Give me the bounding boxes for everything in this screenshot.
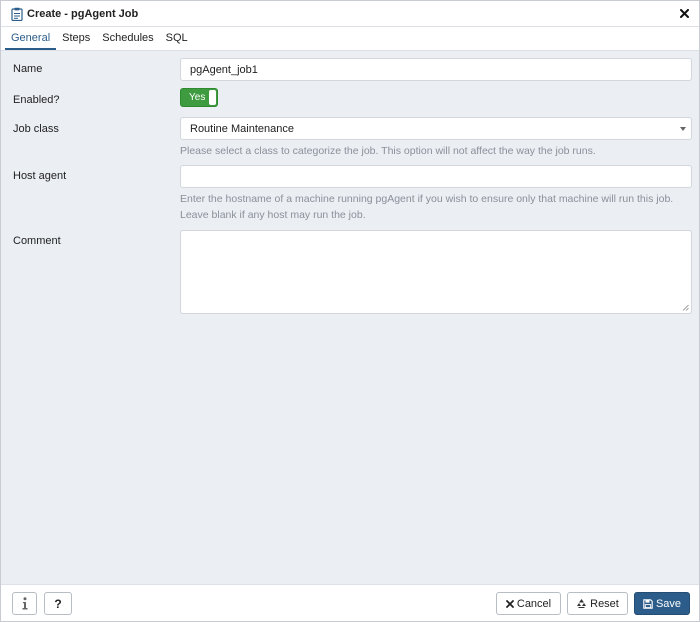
enabled-toggle-text: Yes: [189, 92, 206, 103]
help-button[interactable]: ?: [44, 592, 72, 615]
comment-label: Comment: [13, 235, 61, 247]
enabled-label: Enabled?: [13, 94, 60, 106]
close-icon: [679, 8, 689, 18]
toggle-knob: [209, 90, 216, 105]
job-class-select[interactable]: Routine Maintenance: [180, 117, 692, 140]
host-agent-help-line2: Leave blank if any host may run the job.: [180, 209, 366, 221]
chevron-down-icon: [680, 127, 686, 131]
comment-textarea[interactable]: [180, 230, 692, 314]
host-agent-help-line1: Enter the hostname of a machine running …: [180, 193, 674, 205]
clipboard-icon: [11, 7, 23, 21]
job-class-selected-value: Routine Maintenance: [190, 122, 294, 135]
close-button[interactable]: [677, 6, 691, 20]
close-icon: [505, 599, 514, 608]
host-agent-input[interactable]: [180, 165, 692, 188]
cancel-button[interactable]: Cancel: [496, 592, 561, 615]
tab-steps[interactable]: Steps: [56, 27, 96, 50]
name-input-value: pgAgent_job1: [190, 63, 258, 76]
create-pgagent-job-dialog: Create - pgAgent Job General Steps Sched…: [0, 0, 700, 622]
cancel-button-label: Cancel: [516, 597, 552, 610]
name-label: Name: [13, 63, 43, 75]
info-button[interactable]: [12, 592, 37, 615]
tab-bar: General Steps Schedules SQL: [1, 27, 699, 51]
save-button-label: Save: [655, 597, 682, 610]
job-class-label: Job class: [13, 123, 59, 135]
info-icon: [22, 597, 27, 610]
save-button[interactable]: Save: [634, 592, 690, 615]
tab-sql[interactable]: SQL: [160, 27, 194, 50]
dialog-footer: ? Cancel Reset Save: [1, 584, 699, 621]
reset-button-label: Reset: [590, 597, 619, 610]
name-input[interactable]: pgAgent_job1: [180, 58, 692, 81]
floppy-disk-icon: [643, 598, 653, 609]
job-class-help: Please select a class to categorize the …: [180, 145, 596, 157]
enabled-toggle[interactable]: Yes: [180, 88, 218, 107]
reset-button[interactable]: Reset: [567, 592, 628, 615]
resize-grip-icon[interactable]: [682, 304, 689, 311]
tab-schedules[interactable]: Schedules: [96, 27, 159, 50]
dialog-title: Create - pgAgent Job: [27, 7, 139, 20]
dialog-titlebar[interactable]: Create - pgAgent Job: [1, 1, 699, 27]
tab-general[interactable]: General: [5, 27, 57, 50]
host-agent-label: Host agent: [13, 170, 67, 182]
recycle-icon: [577, 599, 587, 608]
